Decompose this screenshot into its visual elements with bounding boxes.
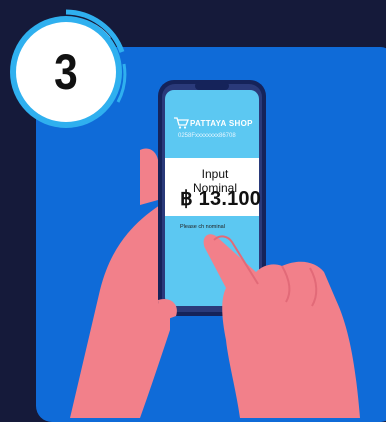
- shop-phone: 0258Fxxxxxxxx86708: [178, 133, 236, 139]
- right-hand: [203, 234, 360, 418]
- step-card: 3 PATTAYA SHOP 0258Fxxxxxxxx86708 Input …: [0, 0, 386, 422]
- shop-name: PATTAYA SHOP: [190, 119, 253, 128]
- left-hand: [70, 205, 170, 418]
- nominal-hint: Please ch nominal: [180, 224, 225, 230]
- nominal-value: ฿ 13.100: [180, 188, 262, 210]
